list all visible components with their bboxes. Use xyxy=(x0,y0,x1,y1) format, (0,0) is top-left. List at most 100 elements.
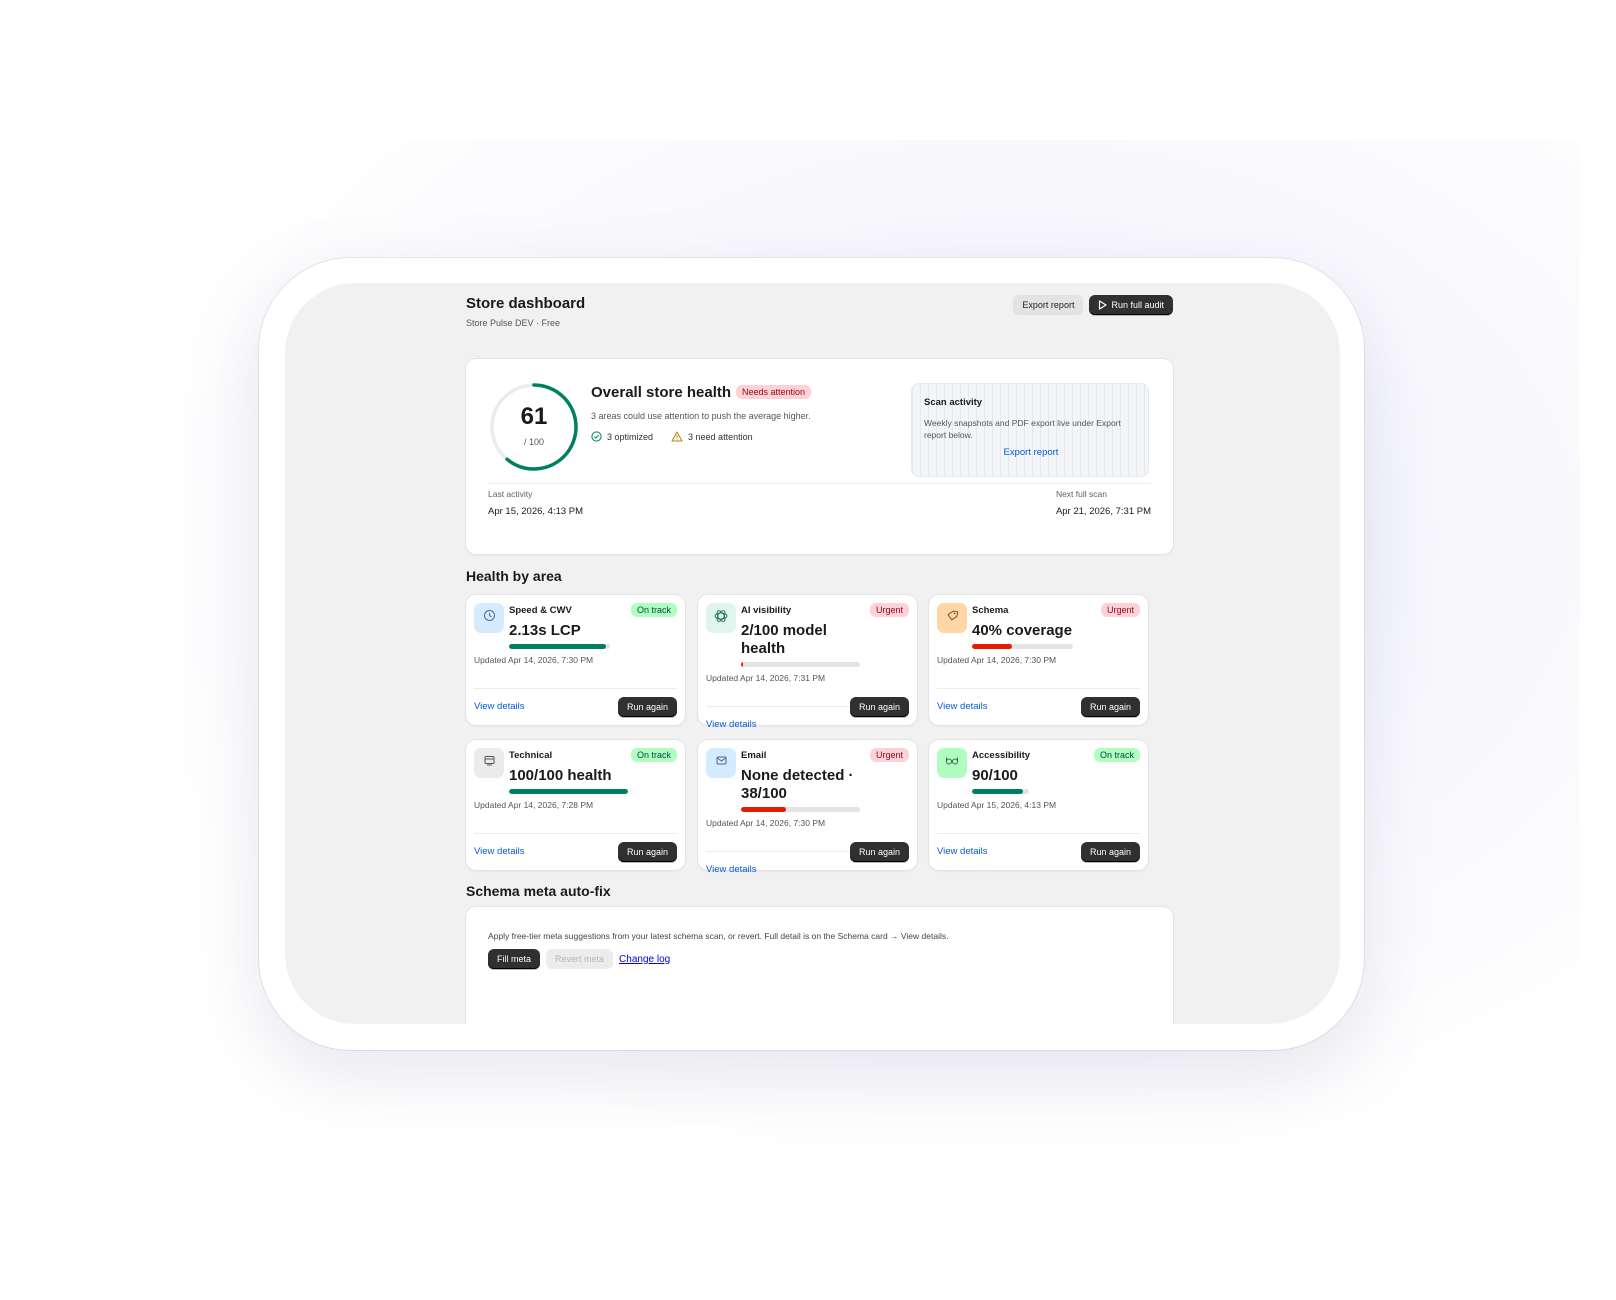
score-value: 61 xyxy=(520,403,548,430)
area-metric: 2/100 model health xyxy=(741,622,827,657)
view-details-link[interactable]: View details xyxy=(706,864,757,875)
area-card: Speed & CWV On track 2.13s LCP Updated A… xyxy=(466,595,685,725)
optimized-stat: 3 optimized xyxy=(591,431,653,442)
area-progress-bar xyxy=(741,807,860,812)
next-scan-label: Next full scan xyxy=(1055,489,1107,499)
run-full-audit-label: Run full audit xyxy=(1111,300,1164,310)
scan-activity-description: Weekly snapshots and PDF export live und… xyxy=(924,418,1121,440)
last-activity-value: Apr 15, 2026, 4:13 PM xyxy=(488,506,584,517)
area-name: Technical xyxy=(509,750,553,761)
check-circle-icon xyxy=(591,431,602,442)
next-scan: Next full scan Apr 21, 2026, 7:31 PM xyxy=(1056,489,1151,517)
page-subtitle: Store Pulse DEV · Free xyxy=(466,318,561,328)
area-progress-fill xyxy=(741,807,787,812)
area-icon-box xyxy=(474,603,504,633)
run-again-button[interactable]: Run again xyxy=(1080,697,1140,717)
area-updated: Updated Apr 14, 2026, 7:30 PM xyxy=(474,655,594,665)
score-max: / 100 xyxy=(523,437,545,447)
area-status-badge: Urgent xyxy=(869,748,909,762)
last-activity: Last activity Apr 15, 2026, 4:13 PM xyxy=(488,489,583,517)
area-progress-bar xyxy=(972,644,1073,649)
change-log-link[interactable]: Change log xyxy=(619,954,670,965)
area-card: AI visibility Urgent 2/100 model health … xyxy=(698,595,917,730)
area-name: Schema xyxy=(972,605,1009,616)
view-details-link[interactable]: View details xyxy=(937,846,988,857)
area-updated: Updated Apr 14, 2026, 7:30 PM xyxy=(937,655,1057,665)
area-icon-box xyxy=(706,748,736,778)
area-updated: Updated Apr 15, 2026, 4:13 PM xyxy=(937,800,1057,810)
run-full-audit-button[interactable]: Run full audit xyxy=(1089,295,1173,315)
schema-autofix-card: Apply free-tier meta suggestions from yo… xyxy=(466,907,1173,1024)
health-by-area-title: Health by area xyxy=(466,568,562,584)
run-again-button[interactable]: Run again xyxy=(1080,842,1140,862)
optimized-label: 3 optimized xyxy=(607,431,654,442)
area-progress-fill xyxy=(972,644,1013,649)
divider xyxy=(474,833,677,834)
overall-health-description: 3 areas could use attention to push the … xyxy=(591,411,811,421)
area-card: Accessibility On track 90/100 Updated Ap… xyxy=(929,740,1148,870)
area-card: Schema Urgent 40% coverage Updated Apr 1… xyxy=(929,595,1148,725)
autofix-description: Apply free-tier meta suggestions from yo… xyxy=(488,931,949,941)
scan-activity-panel: Scan activity Weekly snapshots and PDF e… xyxy=(911,383,1149,477)
divider xyxy=(937,833,1140,834)
area-progress-bar xyxy=(509,644,610,649)
schema-autofix-title: Schema meta auto-fix xyxy=(466,883,611,899)
scan-export-report-link[interactable]: Export report xyxy=(912,447,1150,458)
area-progress-fill xyxy=(741,662,744,667)
page-header: Store dashboard Store Pulse DEV · Free E… xyxy=(466,295,1173,335)
run-again-button[interactable]: Run again xyxy=(617,842,677,862)
area-card: Email Urgent None detected · 38/100 Upda… xyxy=(698,740,917,875)
area-status-badge: Urgent xyxy=(1100,603,1140,617)
health-stats: 3 optimized 3 need attention xyxy=(591,431,753,442)
area-progress-fill xyxy=(972,789,1024,794)
warning-icon xyxy=(671,431,683,442)
area-icon-box xyxy=(474,748,504,778)
area-name: Email xyxy=(741,750,767,761)
area-card: Technical On track 100/100 health Update… xyxy=(466,740,685,870)
autofix-actions: Fill meta Revert meta Change log xyxy=(488,949,670,969)
overall-health-title: Overall store health xyxy=(591,384,732,401)
area-progress-bar xyxy=(972,789,1029,794)
divider xyxy=(474,688,677,689)
area-metric: None detected · 38/100 xyxy=(741,767,854,802)
play-icon xyxy=(1099,300,1108,310)
clock-icon xyxy=(483,609,496,627)
header-actions: Export report Run full audit xyxy=(1013,295,1173,315)
area-updated: Updated Apr 14, 2026, 7:30 PM xyxy=(706,818,826,828)
run-again-button[interactable]: Run again xyxy=(849,697,909,717)
divider xyxy=(488,483,1151,484)
area-progress-fill xyxy=(509,644,606,649)
divider xyxy=(937,688,1140,689)
area-progress-bar xyxy=(509,789,628,794)
openai-icon xyxy=(713,608,729,629)
app-screen: Store dashboard Store Pulse DEV · Free E… xyxy=(285,283,1340,1024)
area-status-badge: On track xyxy=(630,748,677,762)
view-details-link[interactable]: View details xyxy=(706,719,757,730)
export-report-button[interactable]: Export report xyxy=(1013,295,1084,315)
area-updated: Updated Apr 14, 2026, 7:31 PM xyxy=(706,673,826,683)
glasses-icon xyxy=(945,754,959,772)
area-name: AI visibility xyxy=(741,605,792,616)
scan-activity-title: Scan activity xyxy=(924,397,983,408)
view-details-link[interactable]: View details xyxy=(474,846,525,857)
server-icon xyxy=(483,754,496,772)
area-name: Accessibility xyxy=(972,750,1031,761)
area-icon-box xyxy=(937,748,967,778)
view-details-link[interactable]: View details xyxy=(937,701,988,712)
area-metric: 40% coverage xyxy=(972,622,1073,639)
view-details-link[interactable]: View details xyxy=(474,701,525,712)
needs-attention-badge: Needs attention xyxy=(736,385,812,399)
area-metric: 90/100 xyxy=(972,767,1018,784)
area-status-badge: On track xyxy=(630,603,677,617)
area-icon-box xyxy=(937,603,967,633)
fill-meta-button[interactable]: Fill meta xyxy=(488,949,541,969)
area-metric: 100/100 health xyxy=(509,767,612,784)
email-icon xyxy=(715,754,728,772)
run-again-button[interactable]: Run again xyxy=(849,842,909,862)
area-progress-fill xyxy=(509,789,628,794)
attention-label: 3 need attention xyxy=(688,431,753,442)
area-updated: Updated Apr 14, 2026, 7:28 PM xyxy=(474,800,594,810)
revert-meta-button: Revert meta xyxy=(546,949,614,969)
run-again-button[interactable]: Run again xyxy=(617,697,677,717)
area-status-badge: On track xyxy=(1093,748,1140,762)
